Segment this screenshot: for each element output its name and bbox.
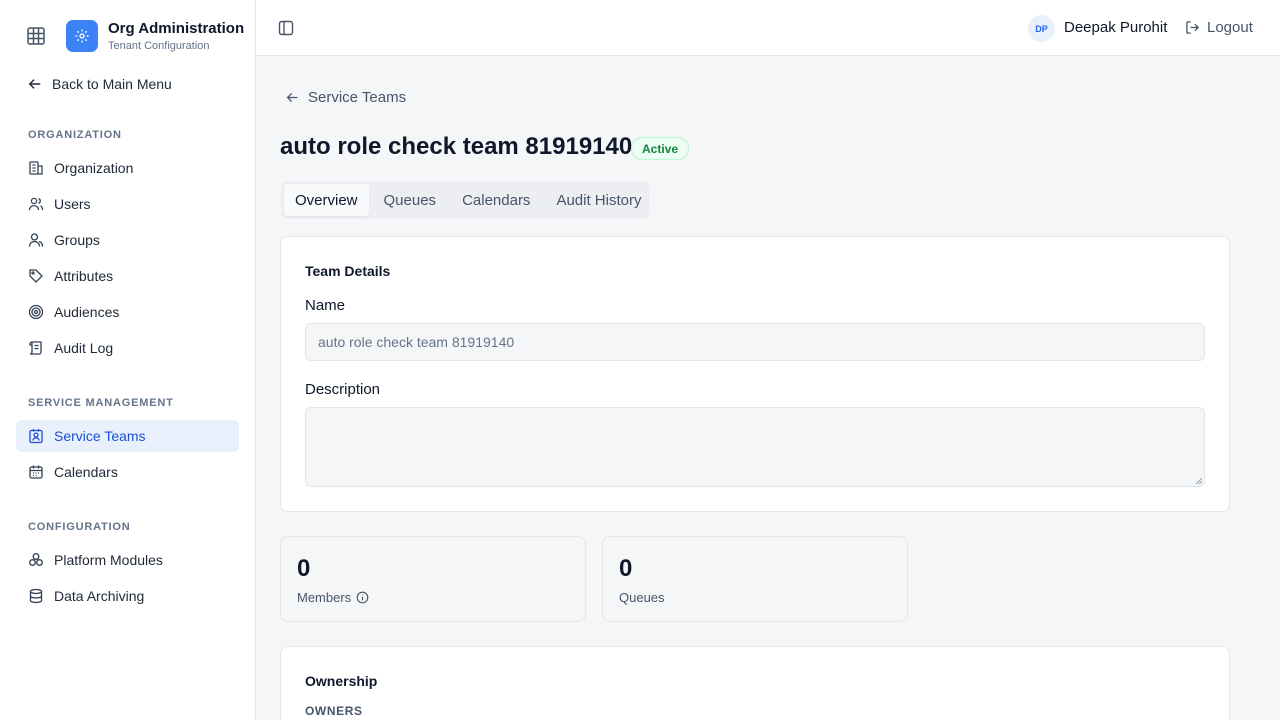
- tab-audit-history[interactable]: Audit History: [545, 184, 652, 216]
- sidebar-item-platform-modules[interactable]: Platform Modules: [16, 544, 239, 576]
- building-icon: [29, 161, 43, 175]
- members-stat-card: 0 Members: [280, 536, 586, 622]
- app-subtitle: Tenant Configuration: [108, 40, 210, 52]
- sidebar-item-label: Service Teams: [54, 428, 146, 444]
- sidebar-item-label: Platform Modules: [54, 552, 163, 568]
- back-to-main-menu-link[interactable]: Back to Main Menu: [28, 73, 172, 95]
- logout-label: Logout: [1207, 19, 1253, 36]
- logout-button[interactable]: Logout: [1185, 19, 1253, 36]
- members-count: 0: [297, 555, 311, 582]
- section-label-organization: ORGANIZATION: [28, 129, 122, 141]
- arrow-left-icon: [28, 79, 41, 89]
- tag-icon: [29, 269, 43, 283]
- tab-queues[interactable]: Queues: [373, 184, 448, 216]
- user-name[interactable]: Deepak Purohit: [1064, 19, 1167, 36]
- users-icon: [28, 197, 44, 211]
- sidebar-item-label: Audit Log: [54, 340, 114, 356]
- sidebar-item-data-archiving[interactable]: Data Archiving: [16, 580, 239, 612]
- ownership-card: Ownership OWNERS: [280, 646, 1230, 720]
- ownership-title: Ownership: [305, 673, 378, 689]
- sidebar-item-service-teams[interactable]: Service Teams: [16, 420, 239, 452]
- section-label-service-management: SERVICE MANAGEMENT: [28, 397, 174, 409]
- tab-overview[interactable]: Overview: [284, 184, 369, 216]
- name-label: Name: [305, 297, 346, 314]
- queues-count: 0: [619, 555, 633, 582]
- sidebar-item-audit-log[interactable]: Audit Log: [16, 332, 239, 364]
- sidebar-item-label: Audiences: [54, 304, 120, 320]
- back-link-label: Back to Main Menu: [52, 76, 172, 92]
- group-icon: [28, 233, 44, 247]
- owners-label: OWNERS: [305, 704, 363, 718]
- gear-icon: [66, 20, 98, 52]
- logout-icon: [1186, 21, 1200, 34]
- sidebar-item-calendars[interactable]: Calendars: [16, 456, 239, 488]
- avatar[interactable]: DP: [1028, 15, 1055, 42]
- description-label: Description: [305, 381, 381, 398]
- sidebar: Org Administration Tenant Configuration …: [0, 0, 256, 720]
- breadcrumb[interactable]: Service Teams: [286, 89, 406, 106]
- description-field[interactable]: [305, 407, 1205, 487]
- scroll-icon: [29, 341, 42, 355]
- info-icon[interactable]: [356, 591, 369, 604]
- team-details-card: Team Details Name auto role check team 8…: [280, 236, 1230, 512]
- database-icon: [29, 588, 43, 604]
- resize-handle-icon[interactable]: [1195, 477, 1203, 485]
- sidebar-item-label: Organization: [54, 160, 134, 176]
- brand-header: Org Administration Tenant Configuration: [0, 0, 256, 72]
- sidebar-item-label: Attributes: [54, 268, 114, 284]
- stat-label-text: Queues: [619, 590, 665, 605]
- calendar-icon: [29, 465, 43, 479]
- arrow-left-icon: [286, 92, 298, 103]
- contact-badge-icon: [29, 429, 43, 444]
- queues-stat-card: 0 Queues: [602, 536, 908, 622]
- top-header: DP Deepak Purohit Logout: [256, 0, 1280, 56]
- card-title: Team Details: [305, 263, 391, 279]
- sidebar-item-label: Calendars: [54, 464, 118, 480]
- sidebar-item-users[interactable]: Users: [16, 188, 239, 220]
- sidebar-item-label: Groups: [54, 232, 100, 248]
- status-badge: Active: [631, 137, 690, 160]
- name-field[interactable]: auto role check team 81919140: [305, 323, 1205, 361]
- app-title: Org Administration: [108, 20, 245, 37]
- queues-label: Queues: [619, 590, 665, 605]
- sidebar-item-groups[interactable]: Groups: [16, 224, 239, 256]
- sidebar-item-audiences[interactable]: Audiences: [16, 296, 239, 328]
- sidebar-item-label: Data Archiving: [54, 588, 145, 604]
- stat-label-text: Members: [297, 590, 352, 605]
- sidebar-item-attributes[interactable]: Attributes: [16, 260, 239, 292]
- sidebar-item-organization[interactable]: Organization: [16, 152, 239, 184]
- tab-bar: Overview Queues Calendars Audit History: [281, 181, 649, 219]
- breadcrumb-label: Service Teams: [308, 89, 407, 106]
- grid-icon[interactable]: [27, 27, 45, 45]
- target-icon: [28, 304, 44, 320]
- modules-icon: [29, 553, 43, 566]
- tab-calendars[interactable]: Calendars: [451, 184, 541, 216]
- sidebar-toggle-icon[interactable]: [278, 20, 294, 36]
- page-title: auto role check team 81919140: [280, 133, 633, 160]
- members-label: Members: [297, 590, 369, 605]
- sidebar-item-label: Users: [54, 196, 91, 212]
- section-label-configuration: CONFIGURATION: [28, 521, 131, 533]
